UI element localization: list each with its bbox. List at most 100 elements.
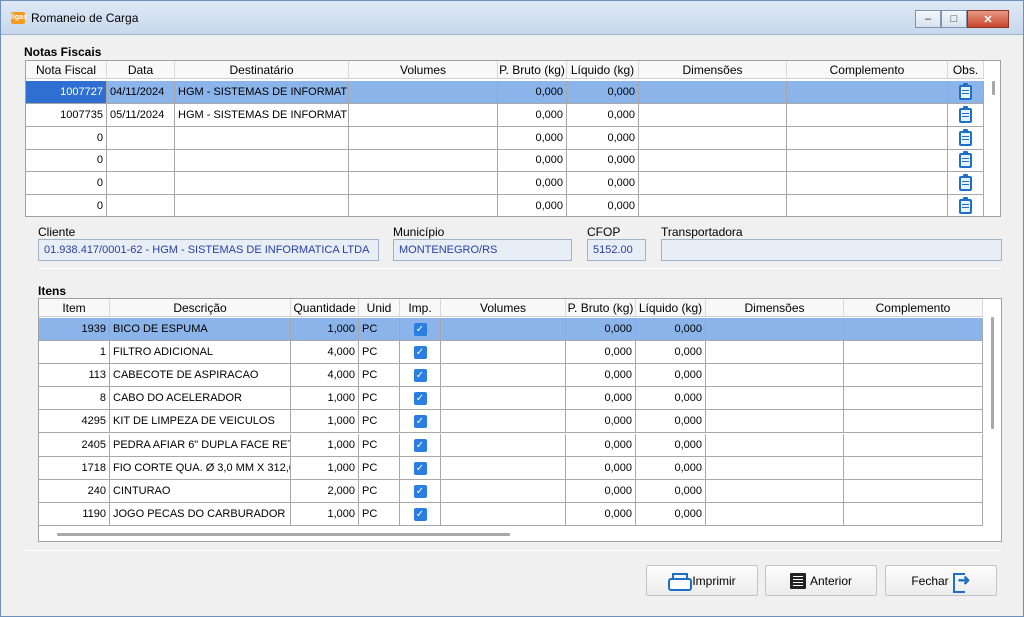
cliente-field[interactable]: 01.938.417/0001-62 - HGM - SISTEMAS DE I… — [38, 239, 379, 261]
table-cell[interactable]: 4,000 — [291, 341, 359, 365]
table-cell[interactable]: 0,000 — [636, 456, 706, 480]
table-cell[interactable]: 0,000 — [636, 410, 706, 434]
table-cell[interactable]: 1190 — [39, 502, 110, 526]
table-cell[interactable] — [441, 364, 566, 388]
table-cell[interactable]: 0,000 — [566, 410, 636, 434]
table-cell[interactable]: ✓ — [400, 364, 441, 388]
table-cell[interactable]: JOGO PECAS DO CARBURADOR — [110, 502, 291, 526]
table-cell[interactable]: 1718 — [39, 456, 110, 480]
table-row[interactable]: 0 0,000 0,000 — [26, 172, 984, 196]
column-header[interactable]: Descrição — [110, 299, 291, 317]
column-header[interactable]: Nota Fiscal — [26, 61, 107, 79]
table-cell[interactable]: ✓ — [400, 479, 441, 503]
table-row[interactable]: 2405 PEDRA AFIAR 6" DUPLA FACE RET 1,000 PC… — [39, 433, 983, 457]
table-cell[interactable]: ✓ — [400, 341, 441, 365]
checkbox-checked-icon[interactable]: ✓ — [413, 438, 427, 452]
table-row[interactable]: 0 0,000 0,000 — [26, 149, 984, 173]
table-cell[interactable]: 1939 — [39, 318, 110, 341]
maximize-icon[interactable]: □ — [941, 10, 967, 28]
table-cell[interactable] — [948, 149, 984, 173]
table-cell[interactable]: 1,000 — [291, 410, 359, 434]
table-row[interactable]: 240 CINTURAO 2,000 PC ✓ 0,000 0,000 — [39, 479, 983, 503]
table-cell[interactable] — [706, 318, 844, 341]
table-cell[interactable] — [441, 318, 566, 341]
table-cell[interactable]: 0,000 — [498, 172, 567, 196]
clipboard-icon[interactable] — [959, 128, 972, 146]
column-header[interactable]: P. Bruto (kg) — [498, 61, 567, 79]
table-cell[interactable] — [706, 433, 844, 457]
table-cell[interactable] — [948, 172, 984, 196]
notas-fiscais-grid[interactable]: Nota Fiscal Data Destinatário Volumes P. Bru… — [25, 60, 1001, 217]
table-cell[interactable] — [787, 149, 948, 173]
table-cell[interactable]: KIT DE LIMPEZA DE VEICULOS — [110, 410, 291, 434]
table-cell[interactable]: PC — [359, 410, 400, 434]
column-header[interactable]: Obs. — [948, 61, 984, 79]
anterior-button[interactable]: Anterior — [765, 565, 877, 596]
table-cell[interactable] — [706, 502, 844, 526]
table-cell[interactable] — [844, 387, 983, 411]
close-icon[interactable]: ✕ — [967, 10, 1009, 28]
checkbox-checked-icon[interactable]: ✓ — [413, 415, 427, 429]
table-cell[interactable] — [107, 195, 175, 216]
clipboard-icon[interactable] — [959, 83, 972, 100]
table-cell[interactable]: 0 — [26, 149, 107, 173]
checkbox-checked-icon[interactable]: ✓ — [413, 392, 427, 406]
table-cell[interactable]: 0 — [26, 195, 107, 216]
table-cell[interactable] — [844, 433, 983, 457]
table-cell[interactable]: ✓ — [400, 456, 441, 480]
table-cell[interactable]: 0,000 — [567, 103, 639, 127]
itens-grid[interactable]: Item Descrição Quantidade Unid Imp. Volumes P.… — [38, 298, 1002, 542]
table-row[interactable]: 4295 KIT DE LIMPEZA DE VEICULOS 1,000 PC ✓ 0,… — [39, 410, 983, 434]
table-cell[interactable]: 0,000 — [566, 387, 636, 411]
table-cell[interactable] — [948, 126, 984, 150]
table-row[interactable]: 1190 JOGO PECAS DO CARBURADOR 1,000 PC ✓ 0,00… — [39, 502, 983, 526]
table-cell[interactable]: 0,000 — [566, 456, 636, 480]
table-cell[interactable]: 8 — [39, 387, 110, 411]
table-cell[interactable]: 0,000 — [498, 195, 567, 216]
table-cell[interactable]: 0,000 — [567, 126, 639, 150]
table-cell[interactable]: 0,000 — [498, 81, 567, 104]
table-cell[interactable] — [349, 195, 498, 216]
vertical-scrollbar[interactable] — [991, 317, 994, 429]
table-row[interactable]: 1939 BICO DE ESPUMA 1,000 PC ✓ 0,000 0,000 — [39, 318, 983, 341]
table-cell[interactable] — [787, 126, 948, 150]
table-cell[interactable] — [175, 172, 349, 196]
table-cell[interactable]: ✓ — [400, 502, 441, 526]
table-cell[interactable]: 0,000 — [567, 149, 639, 173]
table-cell[interactable] — [441, 410, 566, 434]
table-cell[interactable]: 2405 — [39, 433, 110, 457]
table-cell[interactable]: 1 — [39, 341, 110, 365]
table-row[interactable]: 1 FILTRO ADICIONAL 4,000 PC ✓ 0,000 0,000 — [39, 341, 983, 365]
table-cell[interactable] — [441, 479, 566, 503]
table-cell[interactable]: 0,000 — [567, 81, 639, 104]
table-cell[interactable] — [844, 410, 983, 434]
table-row[interactable]: 0 0,000 0,000 — [26, 126, 984, 150]
fechar-button[interactable]: Fechar — [885, 565, 997, 596]
table-cell[interactable] — [639, 149, 787, 173]
table-cell[interactable]: 1,000 — [291, 318, 359, 341]
table-cell[interactable] — [787, 172, 948, 196]
table-cell[interactable] — [349, 81, 498, 104]
column-header[interactable]: Imp. — [400, 299, 441, 317]
minimize-icon[interactable]: – — [915, 10, 941, 28]
table-cell[interactable] — [706, 456, 844, 480]
horizontal-scrollbar[interactable] — [57, 533, 510, 536]
table-cell[interactable] — [349, 172, 498, 196]
clipboard-icon[interactable] — [959, 197, 972, 214]
table-cell[interactable]: 1,000 — [291, 502, 359, 526]
table-cell[interactable]: 0,000 — [636, 479, 706, 503]
table-cell[interactable]: HGM - SISTEMAS DE INFORMATIC — [175, 103, 349, 127]
checkbox-checked-icon[interactable]: ✓ — [413, 461, 427, 475]
table-cell[interactable] — [441, 341, 566, 365]
table-cell[interactable]: 04/11/2024 — [107, 81, 175, 104]
table-cell[interactable]: ✓ — [400, 410, 441, 434]
column-header[interactable]: P. Bruto (kg) — [566, 299, 636, 317]
table-cell[interactable]: 0,000 — [636, 387, 706, 411]
table-cell[interactable] — [441, 456, 566, 480]
table-cell[interactable]: 0,000 — [567, 195, 639, 216]
table-cell[interactable] — [107, 126, 175, 150]
table-cell[interactable]: 240 — [39, 479, 110, 503]
table-cell[interactable]: 0,000 — [636, 341, 706, 365]
table-cell[interactable]: FILTRO ADICIONAL — [110, 341, 291, 365]
table-cell[interactable] — [441, 502, 566, 526]
